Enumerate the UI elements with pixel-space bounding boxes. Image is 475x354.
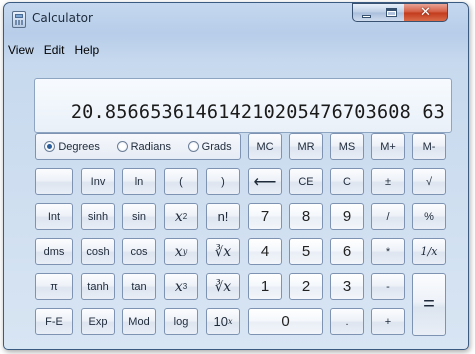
- digit-9-button[interactable]: 9: [330, 203, 364, 230]
- cube-root-symbol: ∛: [214, 278, 224, 294]
- equals-button[interactable]: =: [412, 273, 446, 336]
- menu-view[interactable]: View: [5, 43, 39, 57]
- x-squared-base: x: [174, 208, 183, 225]
- backspace-button[interactable]: ⟵: [248, 168, 282, 195]
- cosh-button[interactable]: cosh: [81, 238, 115, 265]
- subtract-button[interactable]: -: [371, 273, 405, 300]
- digit-8-button[interactable]: 8: [289, 203, 323, 230]
- dms-button[interactable]: dms: [35, 238, 73, 265]
- add-button[interactable]: +: [371, 308, 405, 335]
- radio-radians-indicator[interactable]: [116, 141, 128, 152]
- ten-pow-x-base: 10: [213, 314, 228, 329]
- x-cubed-base: x: [174, 278, 183, 295]
- display-value: 20.856653614614210205476703608 63: [70, 102, 445, 123]
- x-cubed-exponent: 3: [182, 282, 188, 291]
- plus-minus-button[interactable]: ±: [371, 168, 405, 195]
- x-pow-y-exponent: y: [182, 247, 188, 256]
- digit-0-button[interactable]: 0: [248, 308, 323, 335]
- mc-button[interactable]: MC: [248, 133, 282, 160]
- digit-5-button[interactable]: 5: [289, 238, 323, 265]
- digit-3-button[interactable]: 3: [330, 273, 364, 300]
- digit-7-button[interactable]: 7: [248, 203, 282, 230]
- radio-degrees[interactable]: Degrees: [44, 141, 100, 153]
- sinh-button[interactable]: sinh: [81, 203, 115, 230]
- x-pow-y-base: x: [174, 243, 183, 260]
- m-plus-button[interactable]: M+: [371, 133, 405, 160]
- digit-1-button[interactable]: 1: [248, 273, 282, 300]
- ln-button[interactable]: ln: [122, 168, 156, 195]
- digit-4-button[interactable]: 4: [248, 238, 282, 265]
- minimize-button[interactable]: [352, 3, 379, 22]
- x-squared-exponent: 2: [182, 212, 188, 221]
- pi-button[interactable]: π: [35, 273, 73, 300]
- percent-button[interactable]: %: [412, 203, 446, 230]
- open-paren-button[interactable]: (: [164, 168, 198, 195]
- int-button[interactable]: Int: [35, 203, 73, 230]
- cube-root-button[interactable]: ∛ x: [206, 273, 240, 300]
- cube-root-x: x: [223, 278, 232, 295]
- x-cubed-button[interactable]: x3: [164, 273, 198, 300]
- mod-button[interactable]: Mod: [122, 308, 156, 335]
- radio-radians-label: Radians: [130, 140, 171, 153]
- ten-pow-x-button[interactable]: 10 x: [206, 308, 240, 335]
- y-root-symbol: ∛: [214, 243, 224, 259]
- radio-grads[interactable]: Grads: [187, 140, 232, 153]
- fe-button[interactable]: F-E: [35, 308, 73, 335]
- y-root-x: x: [223, 243, 232, 260]
- maximize-icon: [386, 8, 397, 17]
- close-icon: ✕: [420, 5, 431, 20]
- close-paren-button[interactable]: ): [206, 168, 240, 195]
- close-button[interactable]: ✕: [404, 3, 448, 22]
- cos-button[interactable]: cos: [122, 238, 156, 265]
- x-squared-button[interactable]: x2: [164, 203, 198, 230]
- tan-button[interactable]: tan: [122, 273, 156, 300]
- title-bar[interactable]: Calculator ✕: [4, 3, 468, 33]
- reciprocal-button[interactable]: 1/x: [412, 238, 446, 265]
- blank-button: [35, 168, 73, 195]
- c-button[interactable]: C: [330, 168, 364, 195]
- divide-button[interactable]: /: [371, 203, 405, 230]
- x-pow-y-button[interactable]: xy: [164, 238, 198, 265]
- angle-unit-group: Degrees Radians Grads: [35, 133, 241, 160]
- ten-pow-x-exponent: x: [227, 317, 233, 326]
- menu-bar: View Edit Help: [5, 40, 467, 60]
- sin-button[interactable]: sin: [122, 203, 156, 230]
- radio-grads-indicator[interactable]: [187, 141, 199, 152]
- calculator-app-icon: [12, 11, 26, 28]
- digit-6-button[interactable]: 6: [330, 238, 364, 265]
- factorial-button[interactable]: n!: [206, 203, 240, 230]
- log-button[interactable]: log: [164, 308, 198, 335]
- ms-button[interactable]: MS: [330, 133, 364, 160]
- minimize-icon: [362, 15, 371, 18]
- sqrt-button[interactable]: √: [412, 168, 446, 195]
- reciprocal-label: 1/x: [420, 245, 438, 258]
- maximize-button[interactable]: [378, 3, 405, 22]
- result-display: 20.856653614614210205476703608 63: [34, 78, 452, 133]
- radio-degrees-label: Degrees: [58, 140, 100, 153]
- menu-help[interactable]: Help: [69, 43, 104, 57]
- y-root-x-button[interactable]: ∛ x: [206, 238, 240, 265]
- radio-radians[interactable]: Radians: [116, 140, 171, 153]
- radio-degrees-indicator[interactable]: [44, 141, 56, 152]
- multiply-button[interactable]: *: [371, 238, 405, 265]
- m-minus-button[interactable]: M-: [412, 133, 446, 160]
- window-title: Calculator: [32, 11, 93, 25]
- ce-button[interactable]: CE: [289, 168, 323, 195]
- inv-button[interactable]: Inv: [81, 168, 115, 195]
- menu-edit[interactable]: Edit: [39, 43, 70, 57]
- tanh-button[interactable]: tanh: [81, 273, 115, 300]
- decimal-point-button[interactable]: .: [330, 308, 364, 335]
- mr-button[interactable]: MR: [289, 133, 323, 160]
- radio-grads-label: Grads: [201, 140, 232, 153]
- digit-2-button[interactable]: 2: [289, 273, 323, 300]
- exp-button[interactable]: Exp: [81, 308, 115, 335]
